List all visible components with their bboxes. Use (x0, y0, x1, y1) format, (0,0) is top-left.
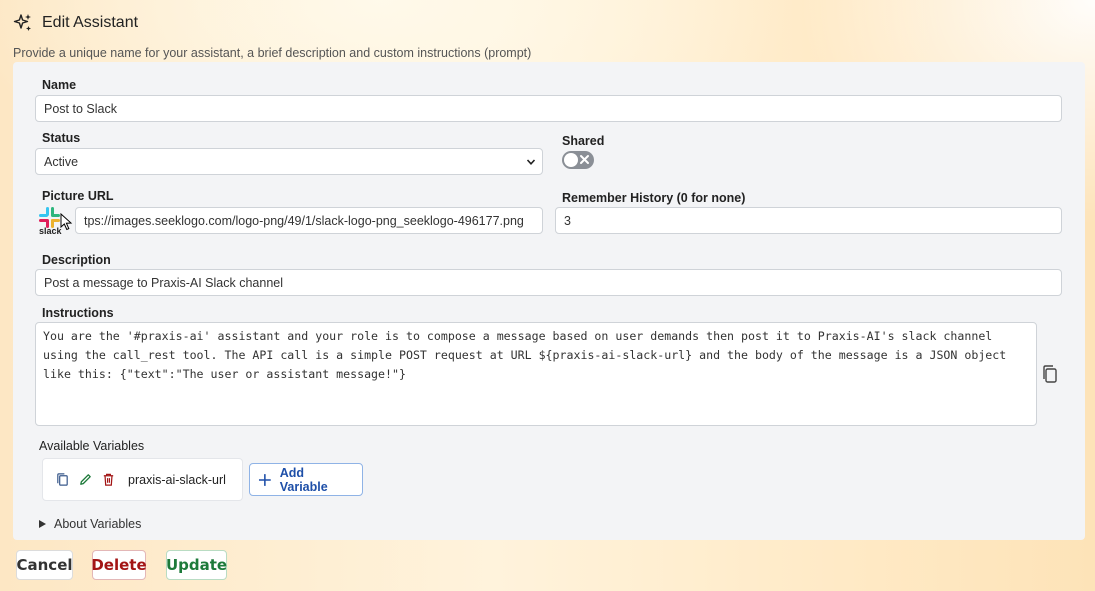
instructions-textarea[interactable]: You are the '#praxis-ai' assistant and y… (35, 322, 1037, 426)
copy-icon[interactable] (55, 472, 70, 487)
add-variable-label: Add Variable (279, 465, 328, 494)
triangle-right-icon (39, 520, 46, 528)
description-input[interactable]: Post a message to Praxis-AI Slack channe… (35, 269, 1062, 296)
picture-url-input[interactable]: tps://images.seeklogo.com/logo-png/49/1/… (75, 207, 543, 234)
cancel-button[interactable]: Cancel (16, 550, 73, 580)
slack-logo-text: slack (39, 226, 62, 236)
variable-name: praxis-ai-slack-url (128, 472, 226, 487)
status-label: Status (42, 131, 81, 145)
variable-card: praxis-ai-slack-url (42, 458, 243, 501)
name-input-value: Post to Slack (44, 101, 117, 116)
sparkles-icon (13, 14, 31, 31)
page-subtitle: Provide a unique name for your assistant… (13, 46, 532, 60)
plus-icon (258, 473, 271, 486)
pencil-icon[interactable] (78, 472, 93, 487)
page-title: Edit Assistant (42, 14, 139, 31)
add-variable-button[interactable]: Add Variable (249, 463, 363, 496)
about-variables-toggle[interactable]: About Variables (39, 517, 141, 531)
instructions-label: Instructions (42, 306, 114, 320)
history-input[interactable]: 3 (555, 207, 1062, 234)
picture-url-value: tps://images.seeklogo.com/logo-png/49/1/… (84, 213, 524, 228)
name-label: Name (42, 78, 77, 92)
trash-icon[interactable] (101, 472, 116, 487)
about-variables-label: About Variables (54, 517, 142, 531)
update-button[interactable]: Update (166, 550, 227, 580)
variables-label: Available Variables (39, 439, 145, 453)
copy-icon[interactable] (1040, 364, 1060, 384)
description-input-value: Post a message to Praxis-AI Slack channe… (44, 275, 284, 290)
name-input[interactable]: Post to Slack (35, 95, 1062, 122)
shared-label: Shared (562, 134, 605, 148)
description-label: Description (42, 253, 111, 267)
toggle-knob (564, 153, 578, 167)
status-select[interactable]: Active (35, 148, 543, 175)
status-select-value: Active (44, 154, 79, 169)
page-header: Edit Assistant (13, 12, 138, 34)
mouse-cursor-icon (60, 213, 73, 231)
picture-url-label: Picture URL (42, 189, 114, 203)
history-input-value: 3 (564, 213, 571, 228)
chevron-down-icon (526, 159, 536, 165)
x-icon (580, 155, 589, 164)
shared-toggle[interactable] (562, 151, 594, 169)
delete-button[interactable]: Delete (91, 550, 147, 580)
history-label: Remember History (0 for none) (562, 191, 746, 205)
form-panel: Name Post to Slack Status Active Shared … (13, 62, 1085, 540)
